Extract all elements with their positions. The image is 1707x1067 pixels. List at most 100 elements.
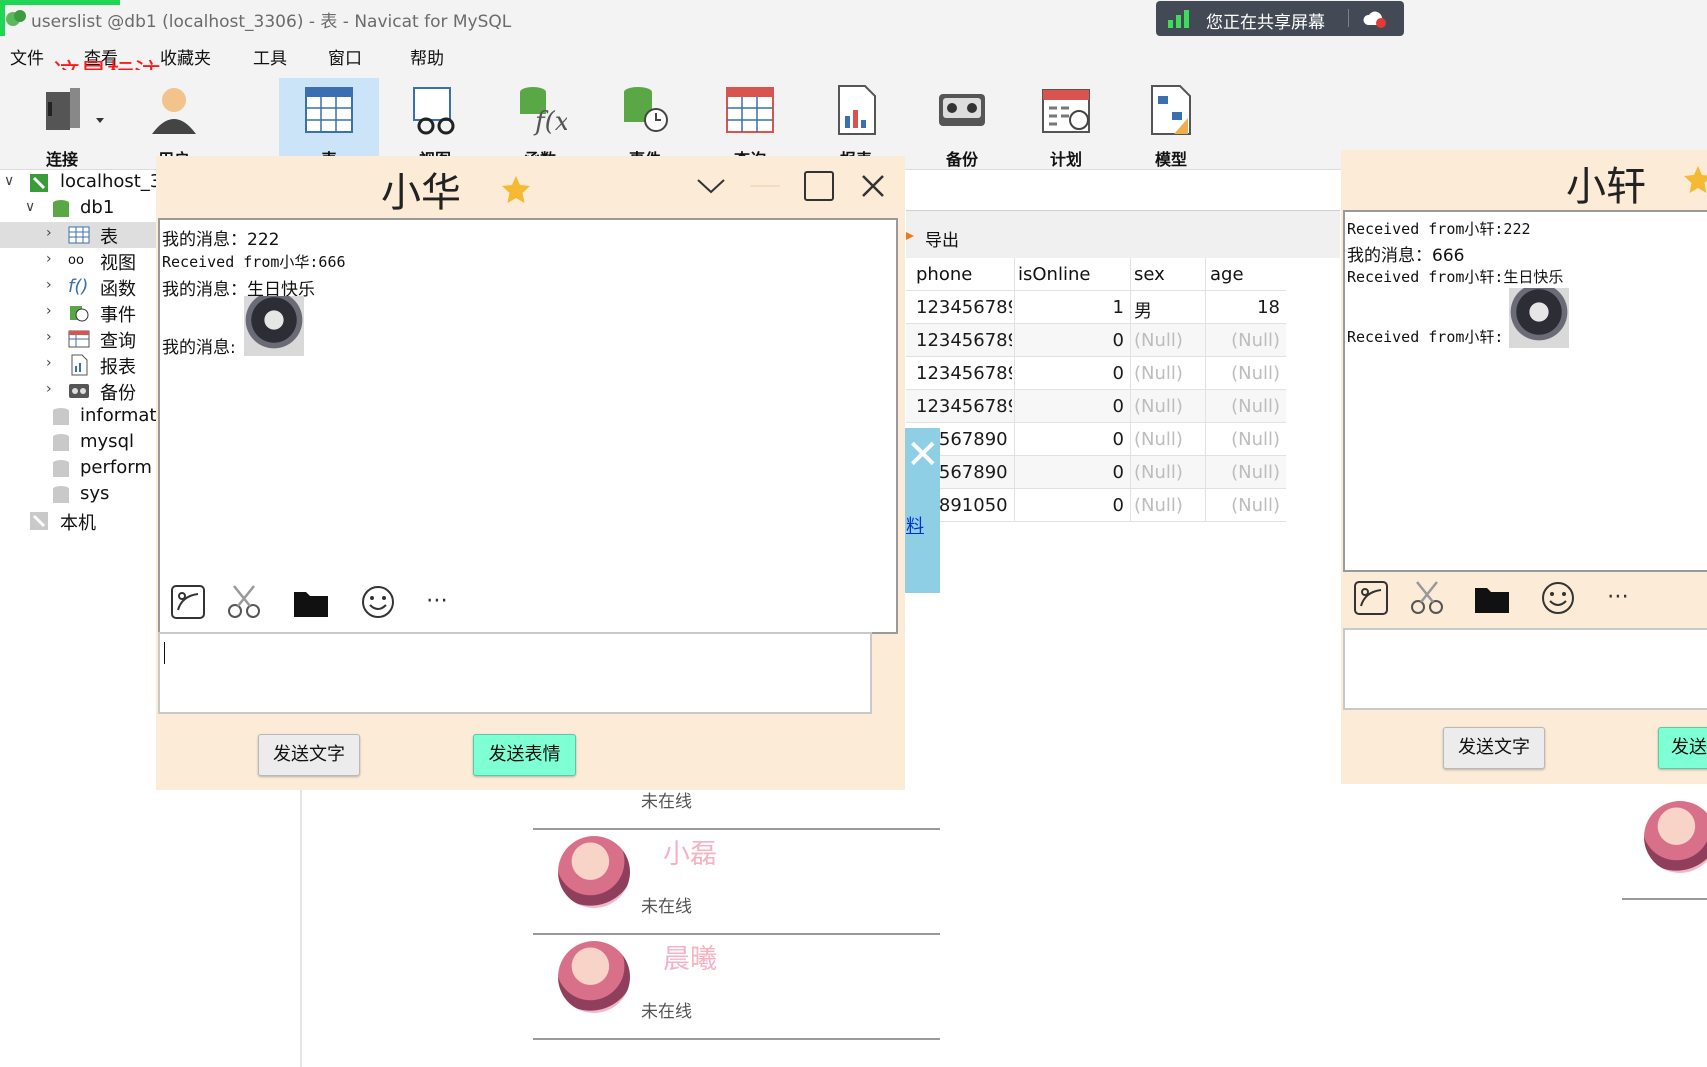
grid-cell-phone[interactable]: 1234567890 — [916, 396, 1012, 417]
chevron-down-icon[interactable]: ∨ — [4, 173, 14, 189]
menu-tools[interactable]: 工具 — [253, 44, 287, 69]
function-icon: f() — [68, 276, 89, 297]
maximize-icon[interactable] — [804, 171, 834, 201]
friend-list-item[interactable]: 晨曦 未在线 — [533, 935, 940, 1040]
grid-cell-isonline[interactable]: 0 — [1018, 462, 1124, 483]
emoji-image[interactable] — [1509, 288, 1569, 348]
chevron-right-icon[interactable]: › — [46, 381, 52, 397]
table-row[interactable]: 34567890 0 (Null) (Null) — [906, 456, 1286, 489]
tool-backup[interactable]: 备份 — [912, 78, 1012, 170]
column-divider[interactable] — [1205, 258, 1206, 291]
grid-cell-phone[interactable]: 1234567890 — [916, 330, 1012, 351]
grid-cell-sex[interactable]: (Null) — [1134, 396, 1200, 417]
table-row[interactable]: 1234567890 0 (Null) (Null) — [906, 357, 1286, 390]
grid-cell-isonline[interactable]: 0 — [1018, 495, 1124, 516]
grid-cell-age[interactable]: (Null) — [1210, 495, 1280, 516]
grid-cell-age[interactable]: (Null) — [1210, 429, 1280, 450]
friend-list-item[interactable] — [1622, 795, 1707, 900]
screenshot-icon[interactable] — [1353, 580, 1389, 616]
column-divider — [1205, 390, 1206, 423]
grid-cell-age[interactable]: 18 — [1210, 297, 1280, 318]
more-options-icon[interactable]: ⋯ — [1607, 584, 1629, 609]
chevron-right-icon[interactable]: › — [46, 277, 52, 293]
grid-cell-isonline[interactable]: 1 — [1018, 297, 1124, 318]
table-row[interactable]: 76891050 0 (Null) (Null) — [906, 489, 1286, 522]
grid-cell-isonline[interactable]: 0 — [1018, 330, 1124, 351]
column-divider — [1205, 456, 1206, 489]
tool-schedule[interactable]: 计划 — [1016, 78, 1116, 170]
event-icon — [624, 87, 668, 132]
column-divider — [1014, 357, 1015, 390]
grid-cell-phone[interactable]: 1234567890 — [916, 363, 1012, 384]
send-emoji-button[interactable]: 发送表情 — [473, 734, 576, 776]
folder-icon[interactable] — [293, 588, 329, 618]
grid-header-row: phone isOnline sex age — [906, 258, 1286, 291]
chevron-down-icon[interactable]: ∨ — [25, 199, 35, 215]
column-divider — [1014, 291, 1015, 324]
tool-model[interactable]: 模型 — [1121, 78, 1221, 170]
smiley-icon[interactable] — [1540, 580, 1576, 616]
chevron-right-icon[interactable]: › — [46, 329, 52, 345]
grid-cell-sex[interactable]: 男 — [1134, 297, 1200, 323]
chevron-down-icon[interactable] — [696, 176, 726, 196]
cloud-stop-icon[interactable] — [1362, 9, 1388, 29]
scissors-icon[interactable] — [1409, 580, 1445, 616]
tool-connect[interactable]: 连接 — [12, 78, 112, 170]
send-text-button[interactable]: 发送文字 — [258, 734, 360, 776]
emoji-image[interactable] — [244, 296, 304, 356]
table-row[interactable]: 1234567890 0 (Null) (Null) — [906, 390, 1286, 423]
grid-cell-sex[interactable]: (Null) — [1134, 330, 1200, 351]
grid-cell-isonline[interactable]: 0 — [1018, 396, 1124, 417]
grid-cell-sex[interactable]: (Null) — [1134, 429, 1200, 450]
column-divider[interactable] — [1130, 258, 1131, 291]
report-icon — [71, 354, 88, 376]
column-header-phone[interactable]: phone — [916, 264, 972, 285]
folder-icon[interactable] — [1474, 584, 1510, 614]
chevron-right-icon[interactable]: › — [46, 303, 52, 319]
grid-cell-age[interactable]: (Null) — [1210, 462, 1280, 483]
menu-file[interactable]: 文件 — [10, 44, 44, 69]
menu-help[interactable]: 帮助 — [410, 44, 444, 69]
table-row[interactable]: 1234567890 1男 18 — [906, 291, 1286, 324]
message-input[interactable] — [1343, 628, 1707, 710]
close-icon[interactable]: ✕ — [906, 432, 940, 478]
grid-cell-isonline[interactable]: 0 — [1018, 429, 1124, 450]
chevron-right-icon[interactable]: › — [46, 225, 52, 241]
grid-cell-isonline[interactable]: 0 — [1018, 363, 1124, 384]
message-history[interactable]: 我的消息：222 Received from小华:666 我的消息：生日快乐 我… — [158, 218, 898, 634]
tree-item-label: 表 — [100, 227, 118, 248]
message-input[interactable] — [158, 632, 872, 714]
grid-cell-sex[interactable]: (Null) — [1134, 363, 1200, 384]
grid-cell-age[interactable]: (Null) — [1210, 363, 1280, 384]
star-icon[interactable] — [1683, 164, 1707, 194]
friend-list-item[interactable]: 小磊 未在线 — [533, 830, 940, 935]
column-header-age[interactable]: age — [1210, 264, 1244, 285]
column-divider — [1205, 291, 1206, 324]
close-icon[interactable] — [860, 173, 886, 199]
column-header-sex[interactable]: sex — [1134, 264, 1165, 285]
grid-cell-age[interactable]: (Null) — [1210, 396, 1280, 417]
grid-cell-phone[interactable]: 1234567890 — [916, 297, 1012, 318]
column-divider[interactable] — [1014, 258, 1015, 291]
export-button[interactable]: 导出 — [925, 226, 959, 251]
column-header-isonline[interactable]: isOnline — [1018, 264, 1090, 285]
send-text-button[interactable]: 发送文字 — [1443, 727, 1545, 769]
send-emoji-button[interactable]: 发送 — [1658, 727, 1707, 769]
menu-favorites[interactable]: 收藏夹 — [160, 44, 211, 69]
scissors-icon[interactable] — [226, 584, 262, 620]
chevron-right-icon[interactable]: › — [46, 355, 52, 371]
grid-cell-sex[interactable]: (Null) — [1134, 462, 1200, 483]
menu-window[interactable]: 窗口 — [328, 44, 362, 69]
grid-cell-sex[interactable]: (Null) — [1134, 495, 1200, 516]
popup-link[interactable]: 料 — [906, 512, 924, 538]
table-row[interactable]: 1234567890 0 (Null) (Null) — [906, 324, 1286, 357]
more-options-icon[interactable]: ⋯ — [426, 588, 448, 613]
screenshot-icon[interactable] — [170, 584, 206, 620]
grid-cell-age[interactable]: (Null) — [1210, 330, 1280, 351]
smiley-icon[interactable] — [360, 584, 396, 620]
chevron-right-icon[interactable]: › — [46, 251, 52, 267]
minimize-icon[interactable] — [750, 185, 780, 187]
star-icon[interactable] — [501, 174, 531, 204]
message-history[interactable]: Received from小轩:222 我的消息：666 Received fr… — [1343, 210, 1707, 572]
table-row[interactable]: 34567890 0 (Null) (Null) — [906, 423, 1286, 456]
